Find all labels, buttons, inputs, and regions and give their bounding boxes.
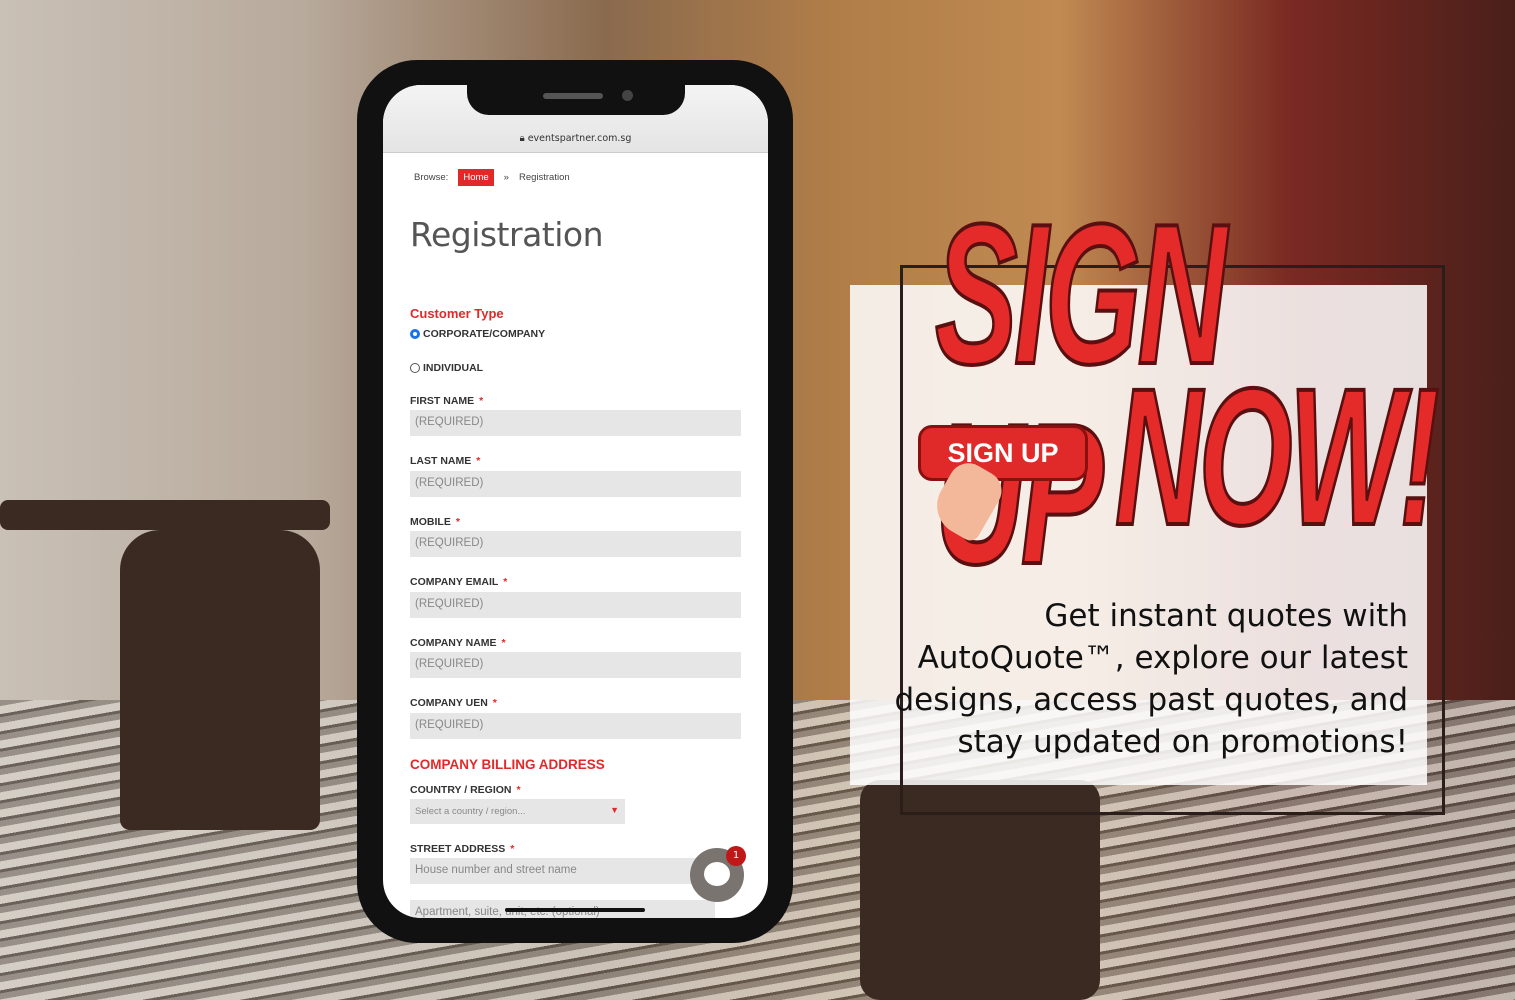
lock-icon: 🔒︎ bbox=[519, 133, 528, 144]
radio-label: CORPORATE/COMPANY bbox=[423, 328, 546, 340]
phone-screen: 🔒︎ eventspartner.com.sg Browse: Home » R… bbox=[383, 85, 768, 918]
chat-bubble-icon bbox=[704, 862, 730, 886]
breadcrumb: Browse: Home » Registration bbox=[414, 169, 570, 186]
country-select[interactable]: Select a country / region... ▼ bbox=[410, 799, 625, 824]
breadcrumb-prefix: Browse: bbox=[414, 172, 449, 183]
street-label: STREET ADDRESS * bbox=[410, 843, 515, 855]
background-table bbox=[0, 500, 330, 530]
sign-up-button[interactable]: SIGN UP bbox=[918, 425, 1088, 481]
company-uen-label: COMPANY UEN * bbox=[410, 697, 497, 709]
breadcrumb-separator: » bbox=[503, 172, 509, 183]
mobile-field[interactable]: (REQUIRED) bbox=[410, 531, 741, 557]
mobile-label: MOBILE * bbox=[410, 516, 460, 528]
radio-label: INDIVIDUAL bbox=[423, 362, 484, 374]
breadcrumb-home-link[interactable]: Home bbox=[458, 169, 494, 186]
radio-corporate[interactable]: CORPORATE/COMPANY bbox=[410, 328, 545, 340]
page-title: Registration bbox=[410, 215, 604, 254]
promo-blurb: Get instant quotes with AutoQuote™, expl… bbox=[894, 598, 1408, 760]
radio-individual[interactable]: INDIVIDUAL bbox=[410, 362, 483, 374]
first-name-label: FIRST NAME * bbox=[410, 395, 484, 407]
company-name-label: COMPANY NAME * bbox=[410, 637, 506, 649]
radio-selected-icon bbox=[410, 329, 420, 339]
speaker-icon bbox=[543, 93, 603, 99]
radio-unselected-icon bbox=[410, 363, 420, 373]
url-text: eventspartner.com.sg bbox=[527, 133, 632, 144]
chat-badge: 1 bbox=[726, 846, 746, 866]
country-label: COUNTRY / REGION * bbox=[410, 784, 521, 796]
company-email-label: COMPANY EMAIL * bbox=[410, 576, 508, 588]
company-email-field[interactable]: (REQUIRED) bbox=[410, 592, 741, 618]
company-name-field[interactable]: (REQUIRED) bbox=[410, 652, 741, 678]
last-name-field[interactable]: (REQUIRED) bbox=[410, 471, 741, 497]
phone-notch bbox=[467, 85, 685, 115]
camera-icon bbox=[622, 90, 633, 101]
customer-type-label: Customer Type bbox=[410, 306, 504, 321]
breadcrumb-current: Registration bbox=[518, 172, 570, 183]
home-indicator bbox=[505, 908, 645, 912]
last-name-label: LAST NAME * bbox=[410, 455, 481, 467]
dropdown-arrow-icon: ▼ bbox=[610, 805, 619, 815]
headline-now: NOW! bbox=[1114, 348, 1441, 566]
street-field[interactable]: House number and street name bbox=[410, 858, 715, 884]
background-table-base bbox=[120, 530, 320, 830]
company-uen-field[interactable]: (REQUIRED) bbox=[410, 713, 741, 739]
first-name-field[interactable]: (REQUIRED) bbox=[410, 410, 741, 436]
billing-heading: COMPANY BILLING ADDRESS bbox=[410, 757, 605, 772]
